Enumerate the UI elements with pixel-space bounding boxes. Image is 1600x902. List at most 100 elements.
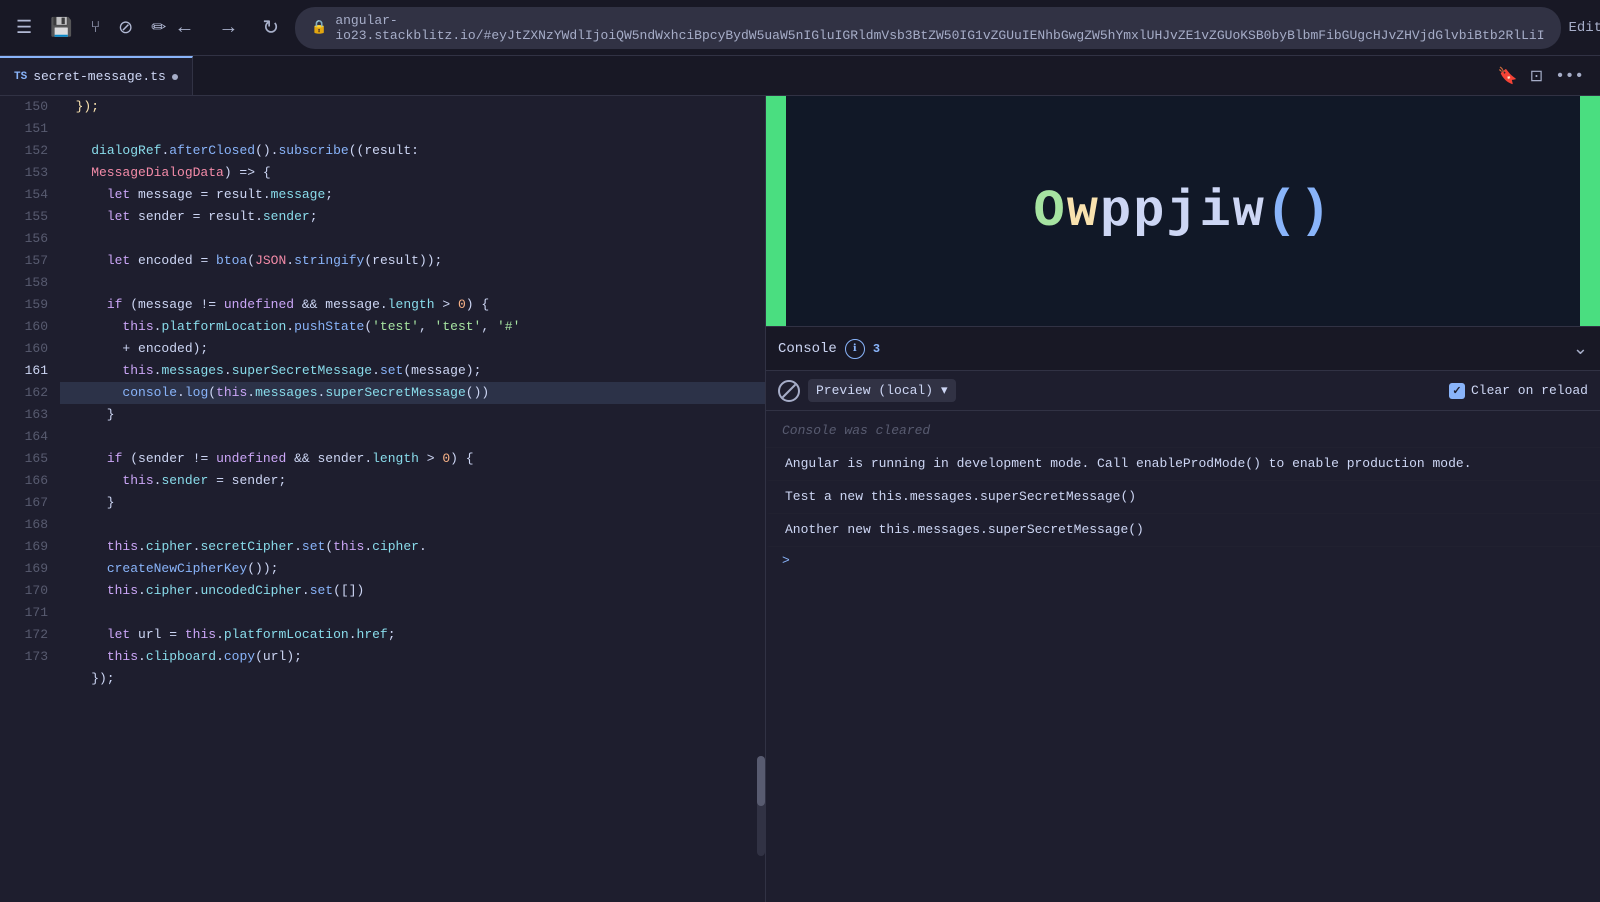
code-line-153b: let message = result.message;: [60, 184, 765, 206]
line-num-172: 172: [8, 624, 48, 646]
save-icon[interactable]: 💾: [50, 17, 72, 39]
console-msg-test1: Test a new this.messages.superSecretMess…: [766, 481, 1600, 514]
code-editor: 150 151 152 153 154 155 156 157 158 159 …: [0, 96, 765, 902]
top-bar: ☰ 💾 ⑂ ⊘ ✏ ← → ↻ 🔒 angular-io23.stackblit…: [0, 0, 1600, 56]
line-num-157: 157: [8, 250, 48, 272]
code-line-161: console.log(this.messages.superSecretMes…: [60, 382, 765, 404]
preview-char-w: w: [1067, 182, 1100, 241]
line-num-151: 151: [8, 118, 48, 140]
line-num-158: 158: [8, 272, 48, 294]
console-msg-test2: Another new this.messages.superSecretMes…: [766, 514, 1600, 547]
file-tab-name: secret-message.ts: [33, 69, 166, 84]
console-header: Console ℹ 3 ⌄: [766, 327, 1600, 371]
line-num-154: 154: [8, 184, 48, 206]
line-num-160a: 160: [8, 316, 48, 338]
line-num-168: 168: [8, 514, 48, 536]
code-line-173: });: [60, 668, 765, 690]
editor-scrollbar-thumb[interactable]: [757, 756, 765, 806]
code-line-169a: createNewCipherKey());: [60, 558, 765, 580]
console-panel: Console ℹ 3 ⌄ Preview (local) ▾ Clear on…: [766, 326, 1600, 902]
right-panel: Owppjiw() Console ℹ 3 ⌄ Preview (local): [765, 96, 1600, 902]
console-msg-test2-text: Another new this.messages.superSecretMes…: [785, 520, 1144, 540]
console-expand-icon[interactable]: ⌄: [1573, 338, 1588, 360]
code-line-167: [60, 514, 765, 536]
editor-scrollbar[interactable]: [757, 756, 765, 856]
back-button[interactable]: ←: [166, 12, 202, 43]
line-num-155: 155: [8, 206, 48, 228]
preview-app-text: Owppjiw(): [1034, 182, 1333, 241]
editor-tab[interactable]: Editor: [1561, 16, 1600, 40]
line-num-170: 170: [8, 580, 48, 602]
bookmark-icon[interactable]: 🔖: [1498, 66, 1518, 86]
code-line-164: if (sender != undefined && sender.length…: [60, 448, 765, 470]
console-msg-angular: Angular is running in development mode. …: [766, 448, 1600, 481]
line-num-160b: 160: [8, 338, 48, 360]
top-bar-center: ← → ↻ 🔒 angular-io23.stackblitz.io/#eyJt…: [166, 7, 1560, 49]
share-icon[interactable]: ⊘: [118, 17, 133, 39]
top-bar-right: Editor Preview Both U: [1561, 12, 1600, 44]
code-line-153a: MessageDialogData) => {: [60, 162, 765, 184]
code-line-155: [60, 228, 765, 250]
preview-char-rest: ppjiw: [1100, 182, 1266, 241]
file-tab-secret-message[interactable]: TS secret-message.ts: [0, 56, 193, 95]
code-lines[interactable]: }); dialogRef.afterClosed().subscribe((r…: [56, 96, 765, 902]
line-num-156: 156: [8, 228, 48, 250]
fork-icon[interactable]: ⑂: [91, 19, 101, 37]
console-title: Console ℹ 3: [778, 339, 880, 359]
preview-area: Owppjiw(): [766, 96, 1600, 326]
code-line-162: }: [60, 404, 765, 426]
console-info-icon: ℹ: [845, 339, 865, 359]
code-line-160a: + encoded);: [60, 338, 765, 360]
line-num-164: 164: [8, 426, 48, 448]
code-line-171: let url = this.platformLocation.href;: [60, 624, 765, 646]
code-line-169b: this.cipher.uncodedCipher.set([]): [60, 580, 765, 602]
code-line-170: [60, 602, 765, 624]
main-layout: 150 151 152 153 154 155 156 157 158 159 …: [0, 96, 1600, 902]
clear-on-reload-checkbox[interactable]: [1449, 383, 1465, 399]
line-num-162: 162: [8, 382, 48, 404]
console-badge-count: 3: [873, 342, 880, 356]
code-line-163: [60, 426, 765, 448]
top-bar-icons: ☰ 💾 ⑂ ⊘ ✏: [16, 17, 166, 39]
line-num-166: 166: [8, 470, 48, 492]
code-line-156: let encoded = btoa(JSON.stringify(result…: [60, 250, 765, 272]
dropdown-arrow-icon: ▾: [941, 383, 948, 398]
console-source-label: Preview (local): [816, 383, 933, 398]
line-num-159: 159: [8, 294, 48, 316]
console-msg-test1-text: Test a new this.messages.superSecretMess…: [785, 487, 1136, 507]
line-num-150: 150: [8, 96, 48, 118]
edit-icon[interactable]: ✏: [151, 17, 166, 39]
console-title-text: Console: [778, 341, 837, 357]
console-msg-cleared: Console was cleared: [766, 415, 1600, 448]
prompt-arrow-icon: >: [782, 553, 790, 568]
code-line-165: this.sender = sender;: [60, 470, 765, 492]
code-line-158: if (message != undefined && message.leng…: [60, 294, 765, 316]
console-source-dropdown[interactable]: Preview (local) ▾: [808, 379, 956, 402]
code-line-160b: this.messages.superSecretMessage.set(mes…: [60, 360, 765, 382]
console-toolbar: Preview (local) ▾ Clear on reload: [766, 371, 1600, 411]
code-content: 150 151 152 153 154 155 156 157 158 159 …: [0, 96, 765, 902]
forward-button[interactable]: →: [210, 12, 246, 43]
console-messages: Console was cleared Angular is running i…: [766, 411, 1600, 902]
console-prompt[interactable]: >: [766, 547, 1600, 574]
code-line-157: [60, 272, 765, 294]
browser-nav: ← → ↻: [166, 11, 287, 44]
line-num-171: 171: [8, 602, 48, 624]
preview-gradient-right: [1580, 96, 1600, 326]
menu-icon[interactable]: ☰: [16, 17, 32, 39]
file-tab-bar: TS secret-message.ts 🔖 ⊡ •••: [0, 56, 1600, 96]
console-msg-angular-text: Angular is running in development mode. …: [785, 454, 1472, 474]
url-bar[interactable]: 🔒 angular-io23.stackblitz.io/#eyJtZXNzYW…: [295, 7, 1560, 49]
code-line-151: [60, 118, 765, 140]
reload-button[interactable]: ↻: [254, 11, 287, 44]
console-clear-button[interactable]: [778, 380, 800, 402]
split-icon[interactable]: ⊡: [1530, 66, 1543, 86]
line-num-169a: 169: [8, 536, 48, 558]
console-header-right: ⌄: [1573, 338, 1588, 360]
preview-paren: (): [1266, 182, 1332, 241]
line-numbers: 150 151 152 153 154 155 156 157 158 159 …: [0, 96, 56, 902]
modified-indicator: [172, 74, 178, 80]
more-icon[interactable]: •••: [1555, 67, 1584, 85]
code-line-168: this.cipher.secretCipher.set(this.cipher…: [60, 536, 765, 558]
line-num-153: 153: [8, 162, 48, 184]
